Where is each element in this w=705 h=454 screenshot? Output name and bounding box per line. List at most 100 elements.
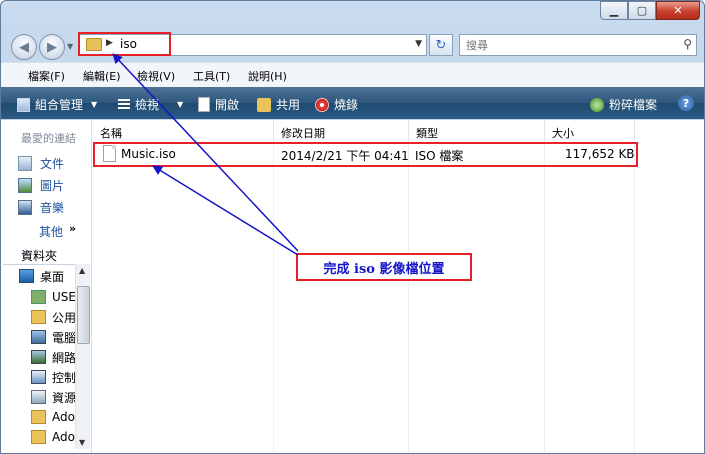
share-label: 共用 <box>276 98 301 112</box>
tree-label: 電腦 <box>52 330 77 345</box>
tree-item-desktop[interactable]: 桌面 <box>19 267 64 285</box>
chevron-down-icon[interactable]: ⌄ <box>21 246 85 257</box>
organize-dropdown-icon: ▼ <box>91 100 98 109</box>
music-icon <box>18 199 32 215</box>
share-button[interactable]: 共用 <box>257 96 300 113</box>
views-button[interactable]: 檢視 ▼ <box>118 96 183 113</box>
views-label: 檢視 <box>135 98 160 112</box>
maximize-button[interactable]: ▢ <box>628 1 656 20</box>
minimize-button[interactable]: ▁ <box>600 1 628 20</box>
tree-item-recycle-bin[interactable]: 資源 <box>31 388 76 406</box>
favorites-more-link[interactable]: 其他 <box>39 223 63 240</box>
help-icon[interactable]: ? <box>678 95 694 111</box>
tree-label: Ado <box>52 410 75 424</box>
organize-button[interactable]: 組合管理 ▼ <box>17 96 97 113</box>
annotation-callout: 完成 iso 影像檔位置 <box>296 253 472 281</box>
file-list: 名稱 修改日期 類型 大小 Music.iso 2014/2/21 下午 04:… <box>93 120 704 453</box>
forward-arrow-icon: ▶ <box>47 39 57 55</box>
tree-label: 網路 <box>52 350 77 365</box>
address-dropdown-icon[interactable]: ▼ <box>415 39 422 49</box>
tree-item-adobe-1[interactable]: Ado <box>31 408 75 426</box>
unpack-icon <box>590 97 604 112</box>
tree-label: 桌面 <box>40 269 65 284</box>
burn-button[interactable]: 燒錄 <box>315 96 358 113</box>
tree-label: 控制 <box>52 370 77 385</box>
recycle-bin-icon <box>31 390 46 404</box>
refresh-button[interactable]: ↻ <box>429 34 453 56</box>
folder-icon <box>31 410 46 424</box>
favorite-documents[interactable]: 文件 <box>18 154 64 172</box>
scroll-down-icon[interactable]: ▼ <box>79 438 85 447</box>
tree-item-control-panel[interactable]: 控制 <box>31 368 76 386</box>
open-label: 開啟 <box>215 98 240 112</box>
back-button[interactable]: ◀ <box>11 34 37 60</box>
column-header-type[interactable]: 類型 <box>409 120 545 143</box>
file-row-highlight-box <box>93 142 638 167</box>
documents-icon <box>18 155 32 171</box>
control-panel-icon <box>31 370 46 384</box>
favorites-header: 最愛的連結 <box>21 132 76 145</box>
unpack-label: 粉碎檔案 <box>609 98 658 112</box>
column-header-date[interactable]: 修改日期 <box>274 120 409 143</box>
document-icon <box>198 97 210 112</box>
views-dropdown-icon: ▼ <box>177 100 184 109</box>
search-box[interactable]: ⚲ <box>459 34 697 56</box>
column-divider <box>544 142 545 453</box>
burn-label: 燒錄 <box>334 98 359 112</box>
scrollbar-thumb[interactable] <box>77 286 90 344</box>
tree-label: 資源 <box>52 390 77 405</box>
content-area: 最愛的連結 文件 圖片 音樂 其他 » 資料夾 ⌄ 桌面 USE 公用 電腦 網… <box>1 120 704 453</box>
favorite-music[interactable]: 音樂 <box>18 198 64 216</box>
search-icon[interactable]: ⚲ <box>683 37 692 51</box>
menu-edit[interactable]: 編輯(E) <box>83 68 121 84</box>
desktop-icon <box>19 269 34 283</box>
tree-item-network[interactable]: 網路 <box>31 348 76 366</box>
burn-disc-icon <box>315 97 329 112</box>
folder-icon <box>31 430 46 444</box>
folders-header[interactable]: 資料夾 ⌄ <box>3 246 89 265</box>
share-icon <box>257 97 271 112</box>
column-label: 名稱 <box>100 127 122 140</box>
scroll-up-icon[interactable]: ▲ <box>79 266 85 275</box>
close-button[interactable]: ✕ <box>656 1 700 20</box>
navigation-pane: 最愛的連結 文件 圖片 音樂 其他 » 資料夾 ⌄ 桌面 USE 公用 電腦 網… <box>1 120 92 453</box>
tree-item-computer[interactable]: 電腦 <box>31 328 76 346</box>
double-chevron-icon[interactable]: » <box>69 222 76 235</box>
open-button[interactable]: 開啟 <box>198 96 239 113</box>
back-arrow-icon: ◀ <box>19 39 29 55</box>
caption-buttons: ▁ ▢ ✕ <box>600 1 700 20</box>
command-bar: 組合管理 ▼ 檢視 ▼ 開啟 共用 燒錄 粉碎檔案 ? <box>1 87 704 119</box>
menu-bar: 檔案(F) 編輯(E) 檢視(V) 工具(T) 說明(H) <box>1 62 704 87</box>
folder-tree-scrollbar[interactable]: ▲ ▼ <box>75 264 90 449</box>
recent-pages-dropdown[interactable]: ▼ <box>67 42 73 51</box>
search-input[interactable] <box>464 37 668 54</box>
menu-file[interactable]: 檔案(F) <box>28 68 65 84</box>
favorite-pictures[interactable]: 圖片 <box>18 176 64 194</box>
forward-button[interactable]: ▶ <box>39 34 65 60</box>
tree-label: Ado <box>52 430 75 444</box>
tree-label: 公用 <box>52 310 77 325</box>
column-divider <box>273 142 274 453</box>
organize-label: 組合管理 <box>35 98 84 112</box>
address-highlight-box <box>78 32 171 56</box>
column-label: 類型 <box>416 127 438 140</box>
column-header-name[interactable]: 名稱 <box>93 120 274 143</box>
organize-icon <box>17 97 30 112</box>
tree-label: USE <box>52 290 76 304</box>
tree-item-public[interactable]: 公用 <box>31 308 76 326</box>
column-label: 修改日期 <box>281 127 325 140</box>
menu-tools[interactable]: 工具(T) <box>193 68 230 84</box>
menu-help[interactable]: 說明(H) <box>248 68 287 84</box>
column-header-size[interactable]: 大小 <box>545 120 635 143</box>
unpack-button[interactable]: 粉碎檔案 <box>590 96 657 113</box>
user-folder-icon <box>31 290 46 304</box>
tree-item-user[interactable]: USE <box>31 288 76 306</box>
menu-view[interactable]: 檢視(V) <box>137 68 175 84</box>
folder-icon <box>31 310 46 324</box>
network-icon <box>31 350 46 364</box>
explorer-window: ▁ ▢ ✕ ◀ ▶ ▼ ▶ iso ▼ ↻ ⚲ 檔案(F) 編輯(E) 檢視(V… <box>0 0 705 454</box>
favorite-label: 圖片 <box>40 178 65 193</box>
tree-item-adobe-2[interactable]: Ado <box>31 428 75 446</box>
column-label: 大小 <box>552 127 574 140</box>
pictures-icon <box>18 177 32 193</box>
